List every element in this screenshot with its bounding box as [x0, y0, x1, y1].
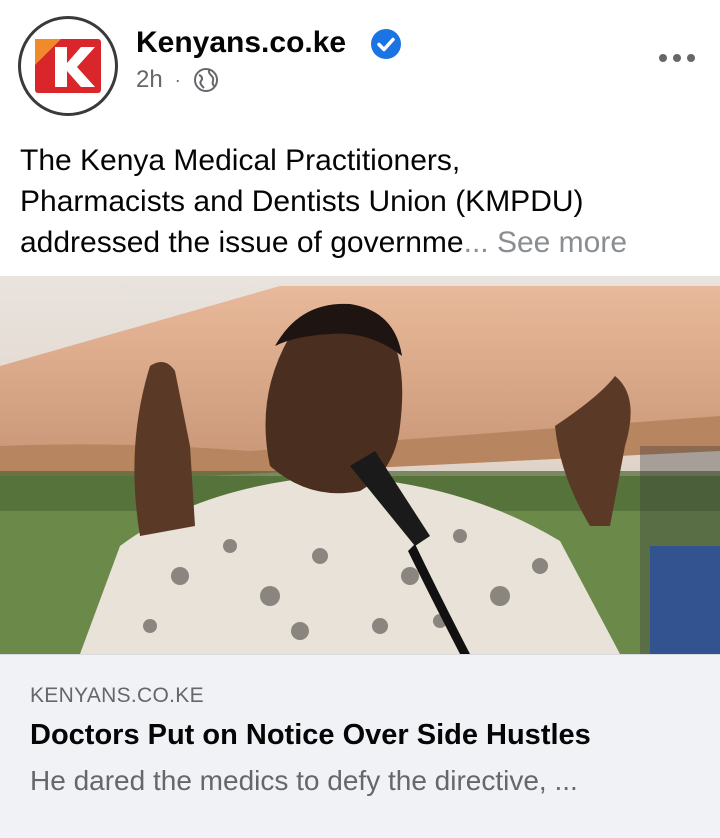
post-text-line: The Kenya Medical Practitioners,	[20, 144, 461, 177]
post-message: The Kenya Medical Practitioners, Pharmac…	[20, 140, 710, 263]
page-avatar[interactable]	[18, 16, 118, 116]
link-headline[interactable]: Doctors Put on Notice Over Side Hustles	[30, 719, 591, 752]
post-meta: 2h ·	[136, 66, 219, 94]
meta-separator: ·	[174, 69, 181, 90]
link-domain: KENYANS.CO.KE	[30, 684, 204, 707]
more-options-icon[interactable]	[656, 46, 698, 70]
page-name[interactable]: Kenyans.co.ke	[136, 26, 346, 60]
see-more-link[interactable]: See more	[497, 226, 627, 259]
kenyans-logo-icon	[26, 24, 110, 108]
truncation-ellipsis: ...	[463, 226, 489, 259]
verified-badge-icon	[371, 29, 401, 59]
globe-icon	[193, 68, 218, 92]
post-text-line: addressed the issue of governme	[20, 226, 464, 259]
link-description: He dared the medics to defy the directiv…	[30, 765, 578, 796]
post-text-line: Pharmacists and Dentists Union (KMPDU)	[20, 185, 584, 218]
post-photo[interactable]	[0, 276, 720, 654]
post-header: Kenyans.co.ke 2h ·	[0, 0, 720, 140]
speaker-photo-image	[0, 276, 720, 654]
post-time[interactable]: 2h	[136, 66, 163, 94]
